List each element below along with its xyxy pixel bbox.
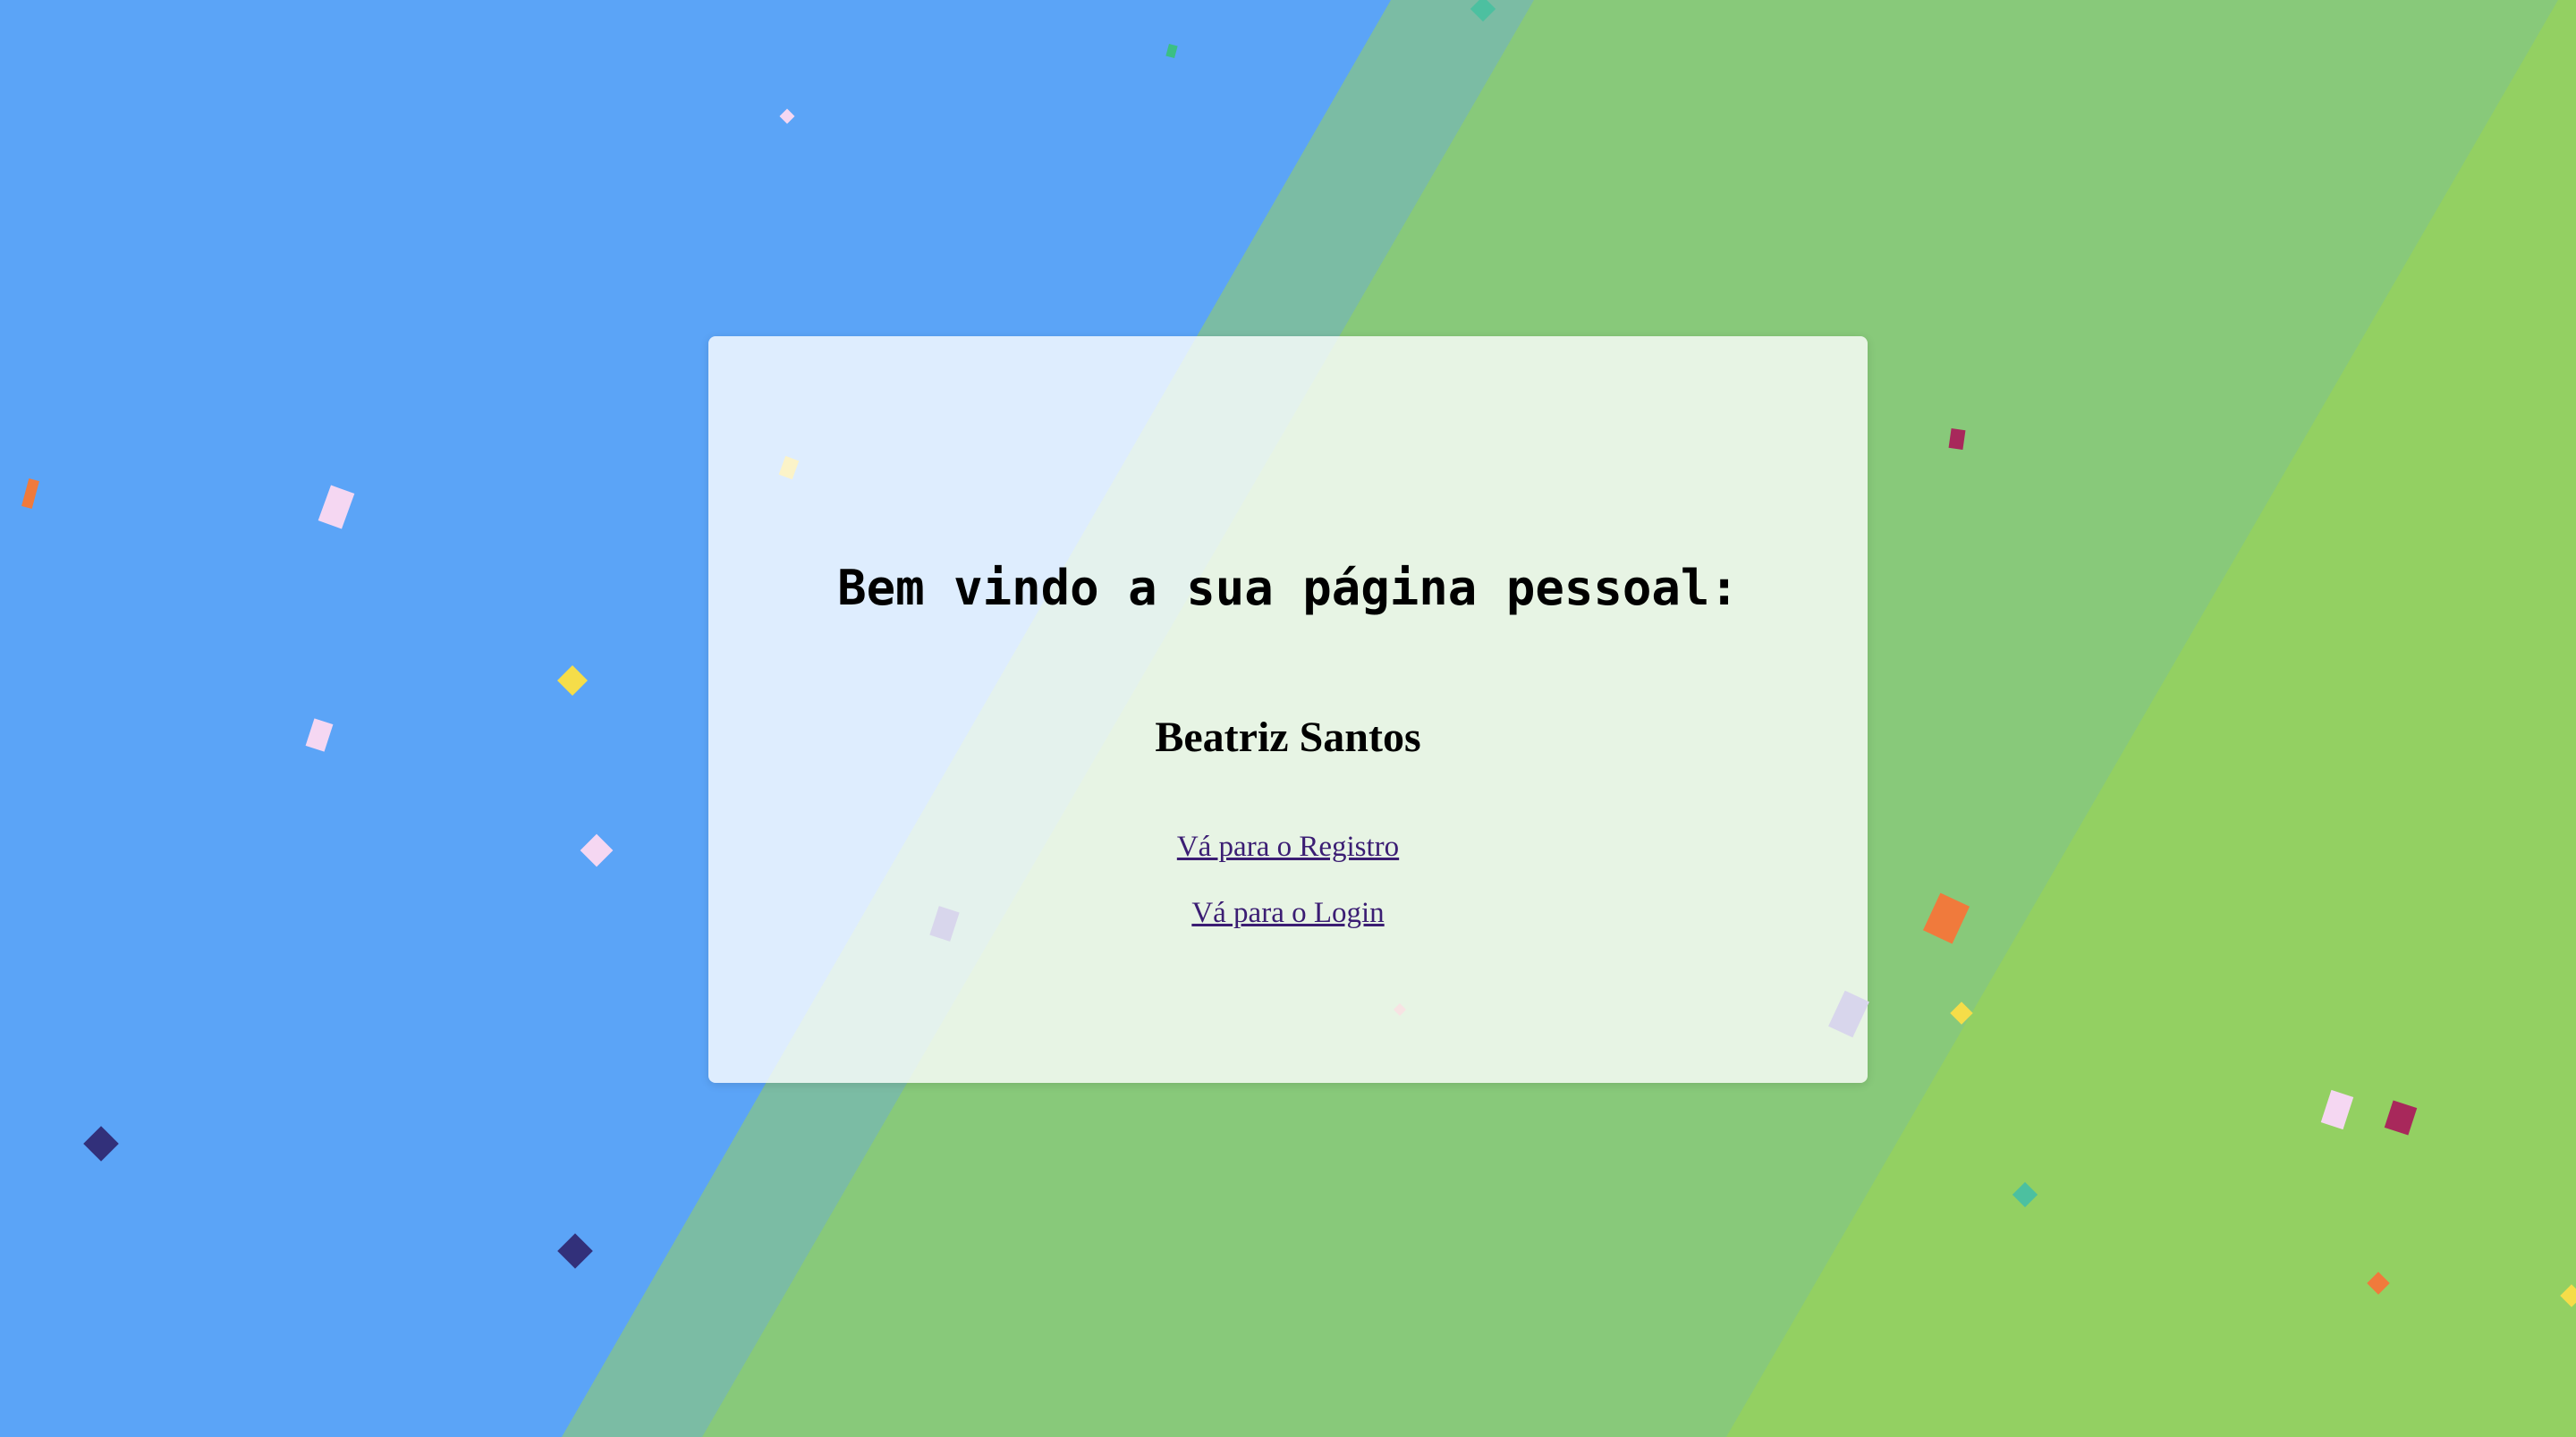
navigation-links: Vá para o Registro Vá para o Login — [708, 833, 1868, 965]
page-title: Bem vindo a sua página pessoal: — [837, 560, 1739, 616]
user-name: Beatriz Santos — [1155, 714, 1421, 761]
login-link[interactable]: Vá para o Login — [1191, 899, 1384, 928]
register-link[interactable]: Vá para o Registro — [1177, 833, 1399, 862]
welcome-card: Bem vindo a sua página pessoal: Beatriz … — [708, 336, 1868, 1083]
confetti-icon — [1948, 427, 1966, 451]
